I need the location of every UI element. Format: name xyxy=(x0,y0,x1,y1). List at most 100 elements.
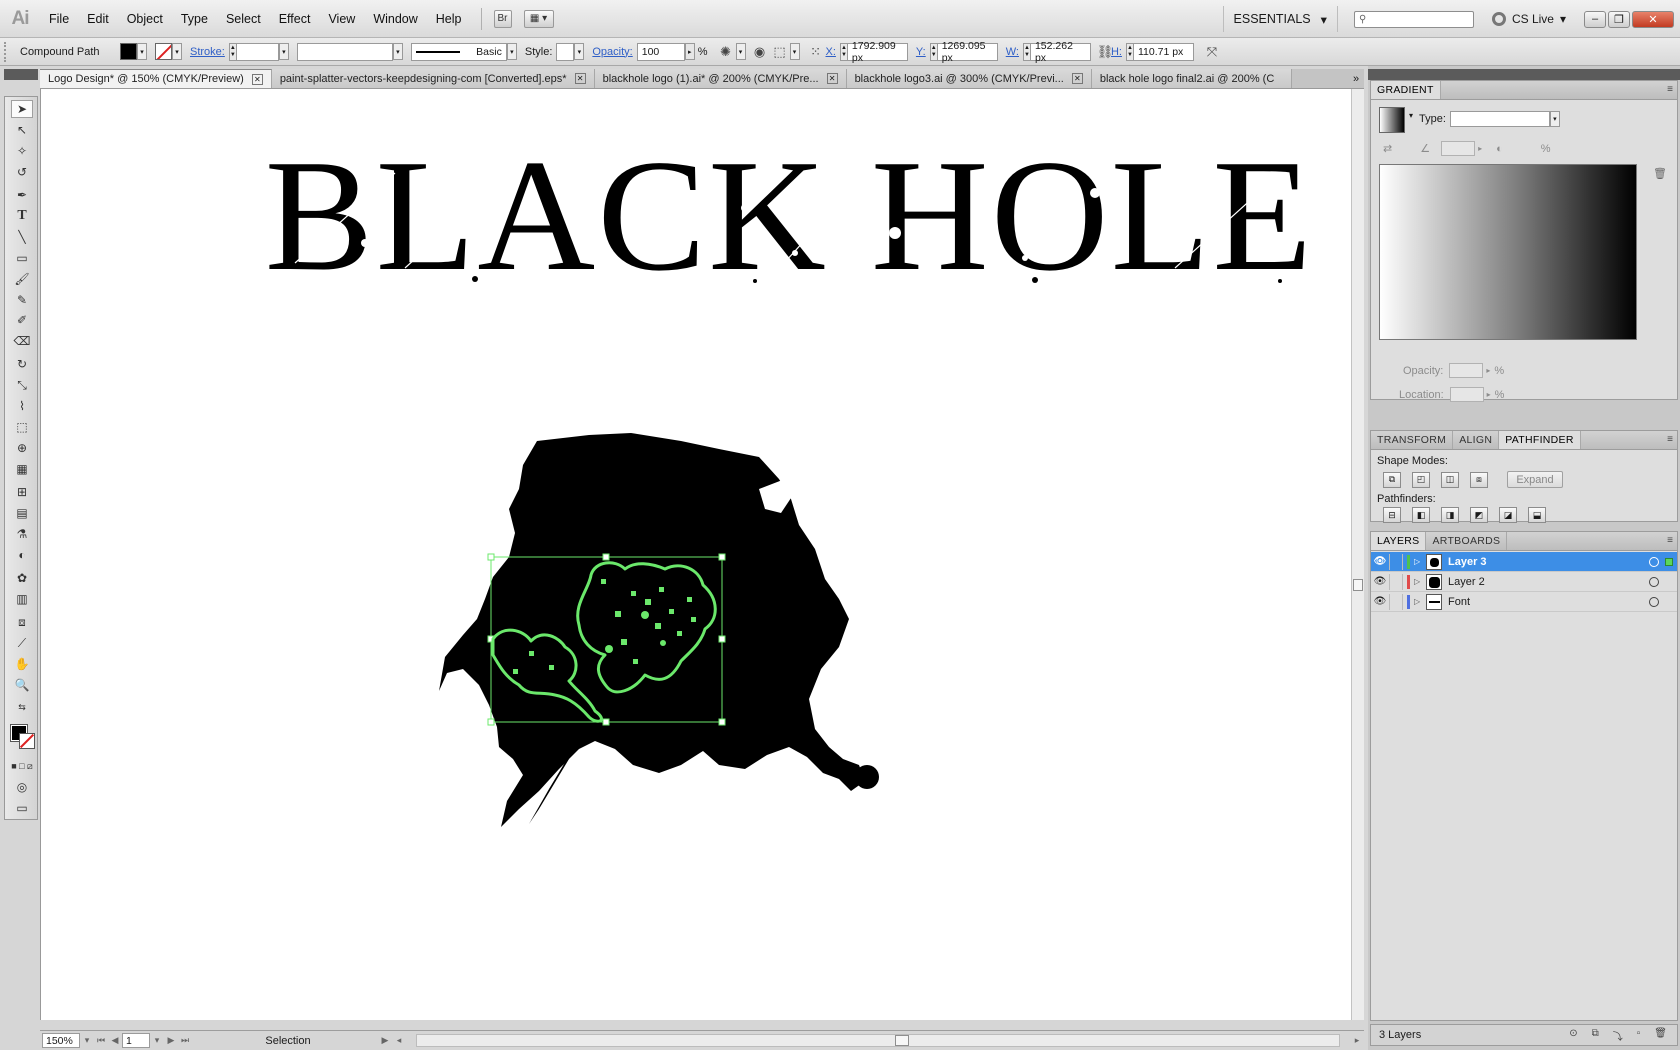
divide-icon[interactable]: ⊟ xyxy=(1383,507,1401,523)
visibility-eye-icon[interactable]: 👁 xyxy=(1371,556,1389,567)
canvas[interactable]: BLACK HOLE xyxy=(40,89,1351,1020)
tab-blackhole-logo3[interactable]: blackhole logo3.ai @ 300% (CMYK/Previ...… xyxy=(846,69,1092,88)
variable-width-field[interactable] xyxy=(296,42,393,61)
menu-type[interactable]: Type xyxy=(172,0,217,38)
close-icon[interactable]: ✕ xyxy=(1071,73,1083,84)
recolor-artwork-icon[interactable]: ✺ xyxy=(716,43,736,61)
gradient-slider[interactable] xyxy=(1379,164,1637,340)
stop-location-field[interactable] xyxy=(1449,387,1484,402)
transform-options-icon[interactable]: ⤧ xyxy=(1202,43,1222,61)
menu-window[interactable]: Window xyxy=(364,0,426,38)
restore-button[interactable]: ❐ xyxy=(1608,10,1630,28)
blob-brush-tool-icon[interactable]: ✐ xyxy=(11,311,33,329)
layer-target-icon[interactable] xyxy=(1649,576,1659,587)
close-icon[interactable]: ✕ xyxy=(826,73,838,84)
tab-layers[interactable]: LAYERS xyxy=(1371,532,1427,550)
tab-paint-splatter[interactable]: paint-splatter-vectors-keepdesigning-com… xyxy=(271,69,595,88)
status-menu-icon[interactable]: ▶ xyxy=(378,1035,392,1046)
align-to-icon[interactable]: ⬚ xyxy=(770,43,790,61)
brush-definition-control[interactable]: Basic ▾ xyxy=(410,42,517,61)
menu-view[interactable]: View xyxy=(319,0,364,38)
pencil-tool-icon[interactable]: ✎ xyxy=(11,291,33,309)
mesh-tool-icon[interactable]: ⊞ xyxy=(11,483,33,501)
layer-target-icon[interactable] xyxy=(1649,596,1659,607)
scroll-right-icon[interactable]: ▸ xyxy=(1350,1035,1364,1046)
x-spinner[interactable]: ▲ ▼ xyxy=(839,42,848,61)
shape-builder-tool-icon[interactable]: ⊕ xyxy=(11,439,33,457)
zoom-tool-icon[interactable]: 🔍 xyxy=(11,676,33,694)
x-field[interactable]: 1792.909 px xyxy=(847,40,908,64)
intersect-icon[interactable]: ◫ xyxy=(1441,471,1459,488)
paintbrush-tool-icon[interactable]: 🖌 xyxy=(11,270,33,288)
visibility-eye-icon[interactable]: 👁 xyxy=(1371,576,1389,587)
previous-artboard-icon[interactable]: ◀ xyxy=(108,1035,122,1046)
gradient-preview-swatch[interactable] xyxy=(1379,107,1405,133)
perspective-grid-tool-icon[interactable]: ▦ xyxy=(11,460,33,478)
free-transform-tool-icon[interactable]: ⬚ xyxy=(11,418,33,436)
menu-select[interactable]: Select xyxy=(217,0,270,38)
drawing-mode-icon[interactable]: ◎ xyxy=(11,778,33,796)
minus-front-icon[interactable]: ◰ xyxy=(1412,471,1430,488)
angle-field[interactable] xyxy=(1441,141,1476,156)
cs-live-menu[interactable]: CS Live ▾ xyxy=(1491,12,1566,26)
layer-row-layer-3[interactable]: 👁 ▷ Layer 3 xyxy=(1371,552,1677,572)
artboard-tool-icon[interactable]: ⧈ xyxy=(11,613,33,631)
pen-tool-icon[interactable]: ✒ xyxy=(11,186,33,204)
layer-row-font[interactable]: 👁 ▷ Font xyxy=(1371,592,1677,612)
opacity-field[interactable]: 100 xyxy=(636,42,685,61)
arrange-documents-button[interactable]: ▦ ▾ xyxy=(523,9,554,28)
eraser-tool-icon[interactable]: ⌫ xyxy=(11,332,33,350)
horizontal-scrollbar[interactable] xyxy=(416,1034,1340,1047)
close-button[interactable]: ✕ xyxy=(1632,10,1674,28)
chevron-right-icon[interactable]: ▸ xyxy=(1486,366,1490,375)
expand-triangle-icon[interactable]: ▷ xyxy=(1414,597,1424,606)
stroke-label[interactable]: Stroke: xyxy=(190,46,225,58)
tab-artboards[interactable]: ARTBOARDS xyxy=(1426,532,1508,550)
color-mode-icons[interactable]: ■ □ ⧄ xyxy=(11,757,33,775)
fill-stroke-selector[interactable] xyxy=(10,724,37,751)
bridge-button[interactable]: Br xyxy=(493,9,512,28)
line-tool-icon[interactable]: ╲ xyxy=(11,228,33,246)
h-spinner[interactable]: ▲ ▼ xyxy=(1125,42,1134,61)
tab-align[interactable]: ALIGN xyxy=(1453,431,1500,449)
h-field[interactable]: 110.71 px xyxy=(1133,42,1194,61)
ink-splatter-artwork[interactable] xyxy=(419,429,929,829)
gradient-tool-icon[interactable]: ▤ xyxy=(11,504,33,522)
y-spinner[interactable]: ▲ ▼ xyxy=(929,42,938,61)
stroke-color-control[interactable]: ▾ xyxy=(155,43,182,60)
type-tool-icon[interactable]: T xyxy=(11,207,33,225)
style-swatch[interactable] xyxy=(556,42,575,61)
layer-target-icon[interactable] xyxy=(1649,556,1659,567)
expand-button[interactable]: Expand xyxy=(1507,471,1563,488)
visibility-eye-icon[interactable]: 👁 xyxy=(1371,596,1389,607)
scroll-left-icon[interactable]: ◂ xyxy=(392,1035,406,1046)
lock-toggle[interactable] xyxy=(1389,553,1403,570)
chevron-down-icon[interactable]: ▾ xyxy=(392,43,403,60)
gradient-swatch-dropdown[interactable]: ▾ xyxy=(1409,111,1413,120)
opacity-control[interactable]: Opacity: 100 ▸ % xyxy=(592,42,708,61)
variable-width-control[interactable]: ▾ xyxy=(296,42,403,61)
layer-name[interactable]: Layer 3 xyxy=(1448,556,1487,568)
delete-layer-icon[interactable]: 🗑 xyxy=(1654,1028,1667,1043)
layer-row-layer-2[interactable]: 👁 ▷ Layer 2 xyxy=(1371,572,1677,592)
tab-transform[interactable]: TRANSFORM xyxy=(1371,431,1454,449)
menu-effect[interactable]: Effect xyxy=(270,0,320,38)
tools-panel-header[interactable] xyxy=(4,69,38,80)
new-sublayer-icon[interactable]: ⤵ xyxy=(1613,1028,1623,1043)
stroke-box[interactable] xyxy=(19,733,35,749)
chevron-down-icon[interactable]: ▾ xyxy=(1549,111,1560,127)
expand-triangle-icon[interactable]: ▷ xyxy=(1414,577,1424,586)
swap-fill-stroke-icon[interactable]: ⇆ xyxy=(11,698,33,716)
style-control[interactable]: Style: ▾ xyxy=(525,42,585,61)
x-position-control[interactable]: X: ▲ ▼ 1792.909 px xyxy=(826,40,908,64)
gradient-type-select[interactable] xyxy=(1449,111,1550,127)
tab-pathfinder[interactable]: PATHFINDER xyxy=(1499,431,1581,449)
new-layer-icon[interactable]: ▫ xyxy=(1637,1028,1641,1043)
layer-name[interactable]: Font xyxy=(1448,596,1470,608)
chevron-down-icon[interactable]: ▾ xyxy=(574,43,585,60)
zoom-level-field[interactable]: 150% xyxy=(42,1033,80,1048)
chevron-down-icon[interactable]: ▾ xyxy=(506,43,517,60)
stroke-spinner[interactable]: ▲ ▼ xyxy=(228,42,237,61)
stroke-weight-field[interactable] xyxy=(236,42,279,61)
panel-menu-icon[interactable]: ≡ xyxy=(1667,535,1673,546)
